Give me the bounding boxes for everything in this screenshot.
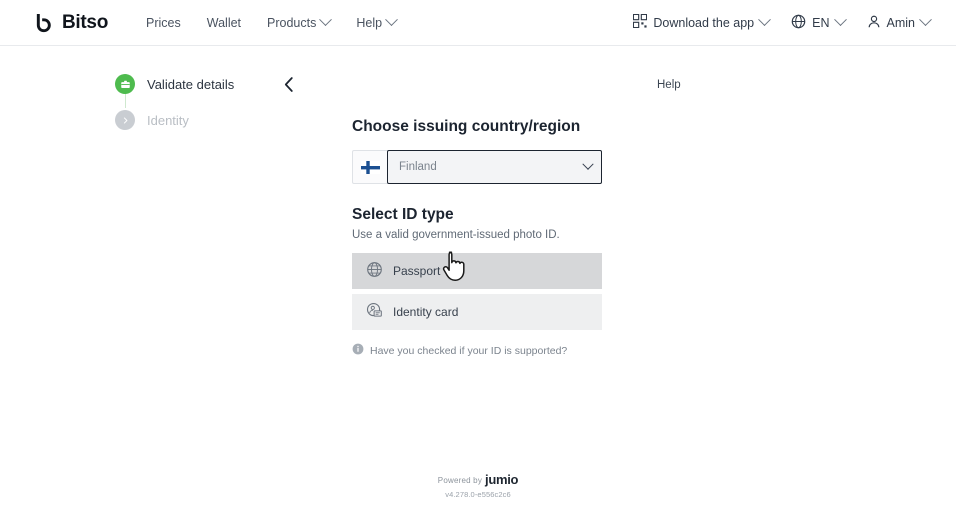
finland-flag-icon — [353, 160, 387, 174]
chevron-down-icon — [833, 13, 847, 27]
id-type-option-passport[interactable]: Passport — [352, 253, 602, 289]
nav-item-prices[interactable]: Prices — [146, 16, 181, 30]
chevron-down-icon — [385, 13, 398, 27]
help-link[interactable]: Help — [657, 79, 681, 91]
chevron-right-icon — [115, 110, 135, 130]
nav-item-label: Products — [267, 15, 317, 30]
stepper-step-identity[interactable]: Identity — [115, 108, 315, 132]
jumio-wordmark: jumio — [485, 472, 519, 487]
chevron-left-icon — [283, 77, 296, 97]
nav-item-label: Help — [356, 15, 383, 30]
chevron-down-icon — [758, 13, 772, 27]
id-type-option-identity-card[interactable]: Identity card — [352, 294, 602, 330]
country-section-title: Choose issuing country/region — [352, 118, 581, 135]
stepper-step-label: Identity — [147, 112, 189, 128]
powered-by-line: Powered by jumio — [0, 470, 956, 488]
back-button[interactable] — [283, 76, 296, 98]
qr-code-icon — [633, 13, 648, 31]
nav-item-wallet[interactable]: Wallet — [207, 16, 241, 30]
primary-nav: Prices Wallet Products Help — [146, 13, 398, 30]
user-icon — [867, 14, 881, 32]
id-type-options: Passport Identity card — [352, 253, 602, 330]
page-footer: Powered by jumio v4.278.0-e556c2c6 — [0, 470, 956, 499]
id-type-option-label: Passport — [393, 264, 441, 278]
id-type-section-subtitle: Use a valid government-issued photo ID. — [352, 229, 560, 241]
brand-logo[interactable]: Bitso — [33, 12, 108, 34]
country-select-container[interactable]: Finland — [352, 150, 602, 184]
id-type-section-title: Select ID type — [352, 206, 454, 223]
top-header: Bitso Prices Wallet Products Help Downlo… — [0, 0, 956, 46]
brand-name: Bitso — [62, 11, 109, 33]
chevron-down-icon — [582, 158, 594, 170]
id-type-option-label: Identity card — [393, 305, 459, 319]
globe-icon — [791, 14, 806, 32]
id-badge-icon — [115, 74, 135, 94]
nav-item-help[interactable]: Help — [356, 13, 398, 30]
bitso-logo-icon — [33, 12, 55, 34]
account-label: Amin — [886, 15, 915, 30]
stepper-connector-line — [124, 92, 126, 108]
stepper-step-label: Validate details — [147, 76, 235, 92]
info-icon — [352, 343, 364, 358]
id-supported-note-text: Have you checked if your ID is supported… — [370, 344, 568, 357]
header-right-group: Download the app EN Amin — [633, 0, 932, 45]
globe-icon — [366, 261, 383, 281]
verification-panel: Choose issuing country/region Finland Se… — [352, 118, 602, 358]
powered-by-label: Powered by — [437, 476, 483, 485]
id-supported-note[interactable]: Have you checked if your ID is supported… — [352, 343, 602, 358]
country-select[interactable]: Finland — [387, 150, 602, 184]
nav-item-label: Wallet — [206, 15, 242, 30]
id-card-icon — [366, 302, 383, 322]
chevron-down-icon — [319, 13, 333, 27]
download-app-label: Download the app — [653, 15, 755, 30]
language-selector[interactable]: EN — [791, 13, 847, 32]
nav-item-products[interactable]: Products — [267, 13, 333, 30]
version-label: v4.278.0-e556c2c6 — [445, 490, 511, 499]
chevron-down-icon — [919, 13, 932, 27]
country-select-value: Finland — [399, 161, 437, 173]
language-label: EN — [812, 15, 830, 30]
account-menu[interactable]: Amin — [867, 13, 932, 32]
nav-item-label: Prices — [146, 15, 181, 30]
download-app-button[interactable]: Download the app — [633, 13, 772, 31]
